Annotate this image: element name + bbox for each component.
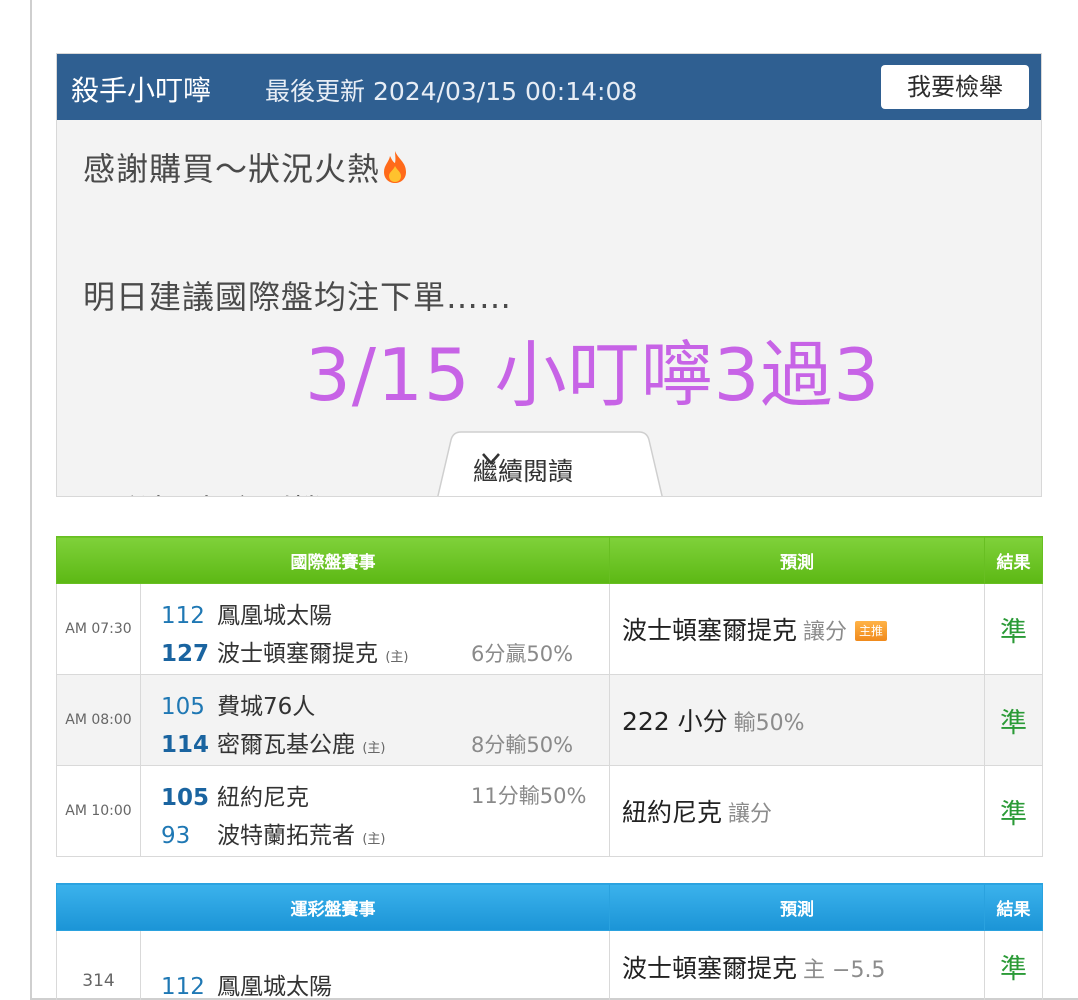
result-mark: 準: [984, 583, 1043, 675]
home-mark: (主): [362, 832, 386, 847]
sport-header-result: 結果: [984, 883, 1043, 931]
away-score: 112: [161, 974, 205, 1000]
chevron-down-icon: [482, 453, 500, 465]
table-row: AM 07:30 112 鳳凰城太陽 127 波士頓塞爾提克 (主) 6分贏50% …: [56, 583, 1043, 675]
game-teams: 105 紐約尼克 93 波特蘭拓荒者 (主) 11分輸50%: [140, 765, 610, 857]
away-team[interactable]: 紐約尼克: [217, 785, 309, 811]
result-mark: 準: [984, 765, 1043, 857]
result-watermark: 3/15 小叮嚀3過3: [305, 333, 881, 417]
home-team-line: 93 波特蘭拓荒者 (主): [161, 816, 385, 850]
game-teams: 112 鳳凰城太陽 127 波士頓塞爾提克 (主) 6分贏50%: [140, 583, 610, 675]
game-odds: 11分輸50%: [471, 784, 587, 808]
prediction: 222 小分 輸50%: [609, 674, 985, 766]
game-teams: 112 鳳凰城太陽: [140, 930, 610, 1000]
article-line-3: 運彩盤 有介到機再下單！: [83, 486, 457, 496]
prediction: 紐約尼克 讓分: [609, 765, 985, 857]
away-score: 105: [161, 785, 210, 811]
prediction-main: 紐約尼克: [622, 798, 723, 827]
result-mark: 準: [984, 674, 1043, 766]
prediction-main: 222 小分: [622, 707, 728, 736]
prediction-sub: 讓分: [803, 620, 848, 645]
table-row: AM 10:00 105 紐約尼克 93 波特蘭拓荒者 (主) 11分輸50% 紐約…: [56, 765, 1043, 857]
home-score: 114: [161, 732, 210, 758]
prediction-sub: 讓分: [728, 802, 773, 827]
table-row: AM 08:00 105 費城76人 114 密爾瓦基公鹿 (主) 8分輸50% 2…: [56, 674, 1043, 766]
prediction-sub: 主 −5.5: [803, 958, 886, 983]
featured-pick-badge: 主推: [855, 621, 888, 641]
read-more-button[interactable]: 繼續閱讀: [437, 430, 663, 496]
away-score: 112: [161, 603, 205, 629]
intl-header-games: 國際盤賽事: [56, 536, 610, 584]
away-team-line: 112 鳳凰城太陽: [161, 596, 332, 630]
home-team[interactable]: 密爾瓦基公鹿: [217, 732, 355, 758]
game-number: 314: [56, 930, 141, 1000]
game-odds: 8分輸50%: [471, 733, 574, 757]
away-team[interactable]: 鳳凰城太陽: [217, 603, 332, 629]
intl-header-result: 結果: [984, 536, 1043, 584]
prediction-main: 波士頓塞爾提克: [622, 954, 798, 983]
author-name[interactable]: 殺手小叮嚀: [71, 69, 211, 109]
game-odds: 6分贏50%: [471, 642, 574, 666]
sport-header-prediction: 預測: [609, 883, 985, 931]
away-team-line: 105 費城76人: [161, 687, 315, 721]
article-line-2: 明日建議國際盤均注下單……: [83, 278, 513, 316]
home-mark: (主): [385, 650, 409, 665]
article-header: 殺手小叮嚀 最後更新 2024/03/15 00:14:08 我要檢舉: [57, 54, 1041, 120]
game-time: AM 08:00: [56, 674, 141, 766]
sport-lottery-table: 運彩盤賽事 預測 結果 314 112 鳳凰城太陽 波士頓塞爾提克主 −5.5 準: [56, 883, 1043, 1000]
table-row: 314 112 鳳凰城太陽 波士頓塞爾提克主 −5.5 準: [56, 930, 1043, 1000]
prediction: 波士頓塞爾提克 讓分 主推: [609, 583, 985, 675]
home-team-line: 127 波士頓塞爾提克 (主): [161, 634, 408, 668]
article-line-1: 感謝購買～狀況火熱: [83, 144, 410, 190]
away-team-line: 112 鳳凰城太陽: [161, 967, 332, 1000]
last-updated: 最後更新 2024/03/15 00:14:08: [265, 77, 638, 106]
home-team-line: 114 密爾瓦基公鹿 (主): [161, 725, 385, 759]
game-time: AM 10:00: [56, 765, 141, 857]
article-card: 殺手小叮嚀 最後更新 2024/03/15 00:14:08 我要檢舉 感謝購買…: [56, 53, 1042, 497]
home-mark: (主): [362, 741, 386, 756]
away-score: 105: [161, 694, 205, 720]
game-teams: 105 費城76人 114 密爾瓦基公鹿 (主) 8分輸50%: [140, 674, 610, 766]
away-team-line: 105 紐約尼克: [161, 778, 309, 812]
away-team[interactable]: 費城76人: [217, 694, 315, 720]
result-mark: 準: [984, 930, 1043, 1000]
away-team[interactable]: 鳳凰城太陽: [217, 974, 332, 1000]
home-team[interactable]: 波士頓塞爾提克: [217, 641, 378, 667]
prediction-main: 波士頓塞爾提克: [622, 616, 798, 645]
game-time: AM 07:30: [56, 583, 141, 675]
home-score: 127: [161, 641, 210, 667]
intl-games-table: 國際盤賽事 預測 結果 AM 07:30 112 鳳凰城太陽 127 波士頓塞爾提克…: [56, 536, 1043, 857]
home-team[interactable]: 波特蘭拓荒者: [217, 823, 355, 849]
home-score: 93: [161, 823, 191, 849]
intl-header-prediction: 預測: [609, 536, 985, 584]
report-button[interactable]: 我要檢舉: [881, 65, 1029, 109]
sport-header-games: 運彩盤賽事: [56, 883, 610, 931]
fire-icon: [384, 151, 407, 183]
prediction: 波士頓塞爾提克主 −5.5: [609, 930, 985, 1000]
prediction-sub: 輸50%: [733, 711, 805, 736]
